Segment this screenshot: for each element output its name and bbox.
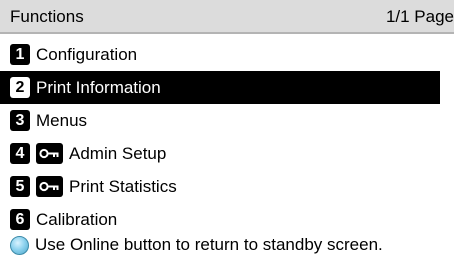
menu-item-menus[interactable]: 3 Menus — [0, 104, 440, 137]
header-bar: Functions 1/1 Page — [0, 0, 454, 34]
key-lock-icon — [36, 176, 63, 197]
number-4-icon: 4 — [10, 143, 30, 164]
menu-item-label: Print Information — [36, 78, 161, 97]
menu-item-label: Print Statistics — [69, 177, 177, 196]
menu-item-print-information[interactable]: 2 Print Information — [0, 71, 440, 104]
footer-hint: Use Online button to return to standby s… — [0, 233, 454, 257]
key-lock-icon — [36, 143, 63, 164]
menu-item-calibration[interactable]: 6 Calibration — [0, 203, 440, 236]
menu-item-configuration[interactable]: 1 Configuration — [0, 38, 440, 71]
number-6-icon: 6 — [10, 209, 30, 230]
menu-item-label: Admin Setup — [69, 144, 167, 163]
menu-item-label: Calibration — [36, 210, 118, 229]
page-indicator: 1/1 Page — [385, 7, 454, 26]
functions-menu: 1 Configuration 2 Print Information 3 Me… — [0, 38, 454, 236]
menu-item-admin-setup[interactable]: 4 Admin Setup — [0, 137, 440, 170]
menu-item-label: Menus — [36, 111, 88, 130]
number-1-icon: 1 — [10, 44, 30, 65]
number-5-icon: 5 — [10, 176, 30, 197]
menu-item-label: Configuration — [36, 45, 138, 64]
number-2-icon: 2 — [10, 77, 30, 98]
operator-panel-screen: Functions 1/1 Page 1 Configuration 2 Pri… — [0, 0, 454, 260]
menu-item-print-statistics[interactable]: 5 Print Statistics — [0, 170, 440, 203]
online-button-icon — [10, 235, 29, 255]
number-3-icon: 3 — [10, 110, 30, 131]
footer-hint-text: Use Online button to return to standby s… — [35, 235, 383, 254]
page-title: Functions — [10, 7, 84, 26]
